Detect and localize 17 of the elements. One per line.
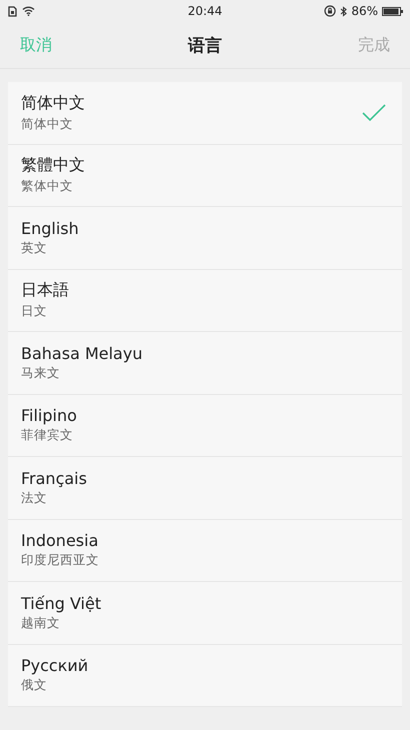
language-item[interactable]: Français 法文 xyxy=(8,457,402,520)
language-item[interactable]: Filipino 菲律宾文 xyxy=(8,394,402,457)
language-item[interactable]: 日本語 日文 xyxy=(8,270,402,332)
bluetooth-icon xyxy=(340,6,348,16)
language-item[interactable]: 繁體中文 繁体中文 xyxy=(8,144,402,207)
clock-time: 20:44 xyxy=(188,4,222,18)
sim-card-icon xyxy=(8,6,17,16)
language-item[interactable]: Indonesia 印度尼西亚文 xyxy=(8,520,402,582)
language-item[interactable]: Tiếng Việt 越南文 xyxy=(8,582,402,644)
language-item[interactable]: Русский 俄文 xyxy=(8,644,402,707)
battery-icon xyxy=(382,6,403,16)
battery-percent: 86% xyxy=(351,4,378,18)
language-item[interactable]: Bahasa Melayu 马来文 xyxy=(8,332,402,394)
language-item[interactable]: English 英文 xyxy=(8,207,402,270)
page-title: 语言 xyxy=(188,34,222,56)
rotation-lock-icon xyxy=(324,5,336,17)
wifi-icon xyxy=(22,6,35,16)
